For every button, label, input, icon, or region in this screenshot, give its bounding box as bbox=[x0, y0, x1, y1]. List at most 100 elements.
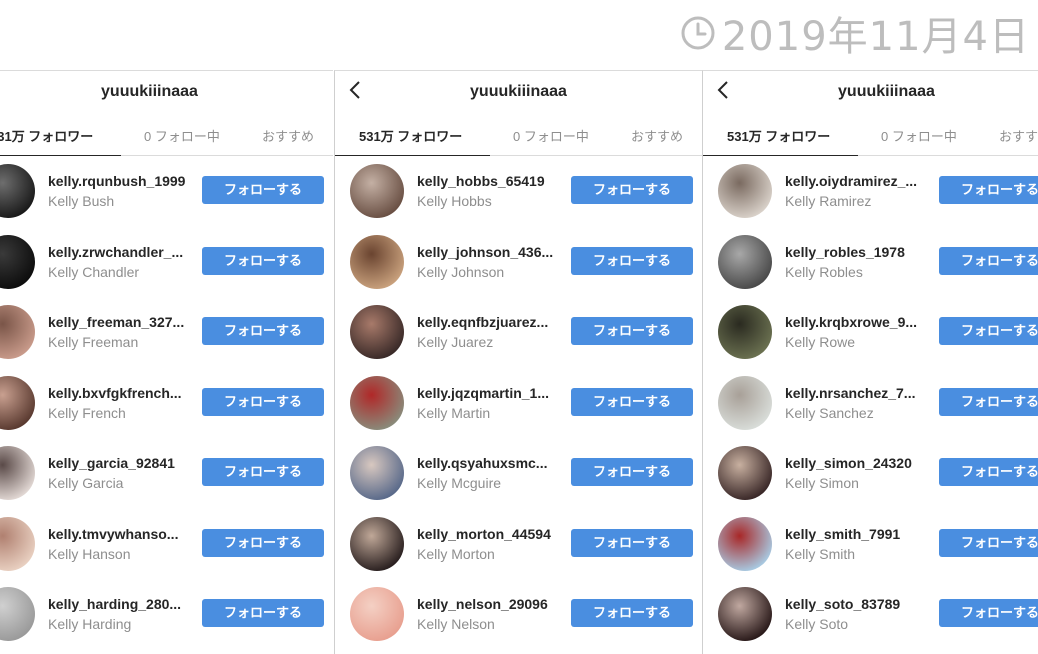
account-handle[interactable]: kelly.oiydramirez_... bbox=[785, 173, 917, 189]
account-handle[interactable]: kelly.rqunbush_1999 bbox=[48, 173, 185, 189]
follow-button[interactable]: フォローする bbox=[202, 246, 324, 275]
list-item[interactable]: kelly_freeman_327... Kelly Freeman フォローする bbox=[0, 297, 333, 368]
avatar[interactable] bbox=[350, 446, 404, 500]
avatar[interactable] bbox=[0, 234, 35, 289]
avatar[interactable] bbox=[350, 516, 404, 571]
avatar[interactable] bbox=[0, 164, 35, 218]
tab-following[interactable]: 0 フォロー中 bbox=[513, 126, 589, 145]
list-item[interactable]: kelly.qsyahuxsmc... Kelly Mcguire フォローする bbox=[335, 438, 702, 509]
account-handle[interactable]: kelly_hobbs_65419 bbox=[417, 173, 545, 189]
avatar[interactable] bbox=[718, 587, 772, 641]
list-item[interactable]: kelly.jqzqmartin_1... Kelly Martin フォローする bbox=[335, 368, 702, 439]
list-item[interactable]: kelly_robles_1978 Kelly Robles フォローする bbox=[703, 227, 1038, 298]
list-item[interactable]: kelly.rqunbush_1999 Kelly Bush フォローする bbox=[0, 156, 333, 227]
account-handle[interactable]: kelly_robles_1978 bbox=[785, 244, 905, 260]
list-item[interactable]: kelly_harding_280... Kelly Harding フォローする bbox=[0, 579, 333, 650]
list-item[interactable]: kelly.bxvfgkfrench... Kelly French フォローする bbox=[0, 368, 333, 439]
avatar[interactable] bbox=[350, 164, 404, 218]
follow-button[interactable]: フォローする bbox=[939, 528, 1038, 557]
tab-suggested[interactable]: おすすめ bbox=[262, 126, 314, 145]
list-item[interactable]: kelly_smith_7991 Kelly Smith フォローする bbox=[703, 509, 1038, 580]
list-item[interactable]: kelly_garcia_92841 Kelly Garcia フォローする bbox=[0, 438, 333, 509]
list-item[interactable]: kelly_nelson_29096 Kelly Nelson フォローする bbox=[335, 579, 702, 650]
follow-button[interactable]: フォローする bbox=[202, 599, 324, 627]
account-handle[interactable]: kelly_harding_280... bbox=[48, 596, 181, 612]
avatar[interactable] bbox=[718, 234, 772, 289]
account-handle[interactable]: kelly_garcia_92841 bbox=[48, 455, 175, 471]
date-text: 2019年11月4日 bbox=[721, 14, 1030, 60]
list-item[interactable]: kelly.eqnfbzjuarez... Kelly Juarez フォローする bbox=[335, 297, 702, 368]
account-handle[interactable]: kelly.nrsanchez_7... bbox=[785, 385, 915, 401]
avatar[interactable] bbox=[350, 375, 404, 430]
list-item[interactable]: kelly.zrwchandler_... Kelly Chandler フォローす… bbox=[0, 227, 333, 298]
follower-list: kelly.rqunbush_1999 Kelly Bush フォローする kell… bbox=[0, 156, 333, 650]
follow-button[interactable]: フォローする bbox=[939, 176, 1038, 204]
follow-button[interactable]: フォローする bbox=[939, 387, 1038, 416]
account-name: Kelly Hanson bbox=[48, 545, 131, 562]
follow-button[interactable]: フォローする bbox=[202, 528, 324, 557]
avatar[interactable] bbox=[718, 375, 772, 430]
avatar[interactable] bbox=[718, 305, 772, 359]
follow-button[interactable]: フォローする bbox=[571, 528, 693, 557]
avatar[interactable] bbox=[350, 587, 404, 641]
account-handle[interactable]: kelly_smith_7991 bbox=[785, 526, 900, 542]
account-handle[interactable]: kelly_simon_24320 bbox=[785, 455, 912, 471]
account-handle[interactable]: kelly.qsyahuxsmc... bbox=[417, 455, 547, 471]
avatar[interactable] bbox=[0, 587, 35, 641]
avatar[interactable] bbox=[350, 234, 404, 289]
tab-suggested[interactable]: おすすめ bbox=[999, 126, 1038, 145]
followers-panel-2: yuuukiiinaaa 531万 フォロワー 0 フォロー中 おすすめ kel… bbox=[334, 70, 702, 654]
account-handle[interactable]: kelly.eqnfbzjuarez... bbox=[417, 314, 548, 330]
account-handle[interactable]: kelly.bxvfgkfrench... bbox=[48, 385, 182, 401]
avatar[interactable] bbox=[718, 516, 772, 571]
account-handle[interactable]: kelly_nelson_29096 bbox=[417, 596, 548, 612]
follow-button[interactable]: フォローする bbox=[202, 176, 324, 204]
list-item[interactable]: kelly.nrsanchez_7... Kelly Sanchez フォローする bbox=[703, 368, 1038, 439]
account-handle[interactable]: kelly.jqzqmartin_1... bbox=[417, 385, 549, 401]
follow-button[interactable]: フォローする bbox=[571, 317, 693, 345]
avatar[interactable] bbox=[0, 305, 35, 359]
account-handle[interactable]: kelly_johnson_436... bbox=[417, 244, 553, 260]
follow-button[interactable]: フォローする bbox=[202, 317, 324, 345]
tab-suggested[interactable]: おすすめ bbox=[631, 126, 683, 145]
list-item[interactable]: kelly.tmvywhanso... Kelly Hanson フォローする bbox=[0, 509, 333, 580]
tab-following[interactable]: 0 フォロー中 bbox=[881, 126, 957, 145]
list-item[interactable]: kelly_hobbs_65419 Kelly Hobbs フォローする bbox=[335, 156, 702, 227]
follow-button[interactable]: フォローする bbox=[571, 246, 693, 275]
list-item[interactable]: kelly_soto_83789 Kelly Soto フォローする bbox=[703, 579, 1038, 650]
follow-button[interactable]: フォローする bbox=[939, 458, 1038, 486]
account-handle[interactable]: kelly.krqbxrowe_9... bbox=[785, 314, 917, 330]
avatar[interactable] bbox=[0, 446, 35, 500]
follow-button[interactable]: フォローする bbox=[939, 599, 1038, 627]
account-handle[interactable]: kelly.zrwchandler_... bbox=[48, 244, 183, 260]
list-item[interactable]: kelly.krqbxrowe_9... Kelly Rowe フォローする bbox=[703, 297, 1038, 368]
account-handle[interactable]: kelly_soto_83789 bbox=[785, 596, 900, 612]
account-handle[interactable]: kelly_morton_44594 bbox=[417, 526, 551, 542]
account-name: Kelly Johnson bbox=[417, 263, 505, 280]
list-item[interactable]: kelly.oiydramirez_... Kelly Ramirez フォローする bbox=[703, 156, 1038, 227]
follow-button[interactable]: フォローする bbox=[571, 387, 693, 416]
follow-button[interactable]: フォローする bbox=[202, 458, 324, 486]
follow-button[interactable]: フォローする bbox=[571, 176, 693, 204]
tab-following[interactable]: 0 フォロー中 bbox=[144, 126, 220, 145]
top-bar: yuuukiiinaaa bbox=[703, 71, 1038, 113]
avatar[interactable] bbox=[0, 375, 35, 430]
list-item[interactable]: kelly_morton_44594 Kelly Morton フォローする bbox=[335, 509, 702, 580]
tab-followers[interactable]: 531万 フォロワー bbox=[359, 126, 462, 145]
follow-button[interactable]: フォローする bbox=[202, 387, 324, 416]
avatar[interactable] bbox=[718, 446, 772, 500]
tab-followers[interactable]: 531万 フォロワー bbox=[0, 126, 93, 145]
follow-button[interactable]: フォローする bbox=[939, 246, 1038, 275]
followers-panel-1: yuuukiiinaaa 531万 フォロワー 0 フォロー中 おすすめ kel… bbox=[0, 70, 333, 654]
account-handle[interactable]: kelly_freeman_327... bbox=[48, 314, 184, 330]
account-handle[interactable]: kelly.tmvywhanso... bbox=[48, 526, 178, 542]
follow-button[interactable]: フォローする bbox=[571, 458, 693, 486]
list-item[interactable]: kelly_simon_24320 Kelly Simon フォローする bbox=[703, 438, 1038, 509]
avatar[interactable] bbox=[718, 164, 772, 218]
follow-button[interactable]: フォローする bbox=[939, 317, 1038, 345]
avatar[interactable] bbox=[350, 305, 404, 359]
tab-followers[interactable]: 531万 フォロワー bbox=[727, 126, 830, 145]
follow-button[interactable]: フォローする bbox=[571, 599, 693, 627]
list-item[interactable]: kelly_johnson_436... Kelly Johnson フォローする bbox=[335, 227, 702, 298]
avatar[interactable] bbox=[0, 516, 35, 571]
